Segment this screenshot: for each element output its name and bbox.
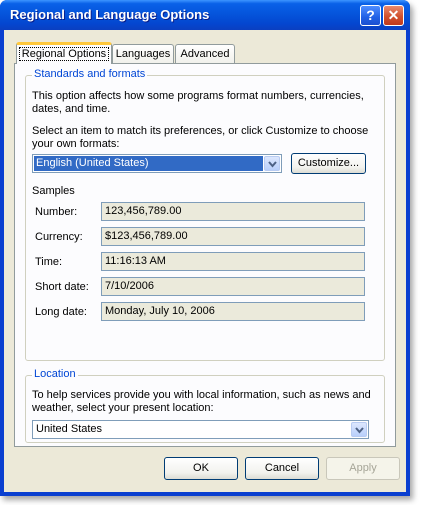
sample-label-number: Number: (35, 206, 78, 218)
tab-panel: Standards and formats This option affect… (14, 63, 396, 447)
sample-label-time: Time: (35, 256, 63, 268)
close-button[interactable]: ✕ (383, 5, 404, 26)
cancel-button[interactable]: Cancel (245, 457, 319, 480)
sample-time-field: 11:16:13 AM (101, 252, 365, 271)
tab-label: Regional Options (18, 47, 110, 61)
sample-currency-field: $123,456,789.00 (101, 227, 365, 246)
location-select[interactable]: United States (32, 420, 369, 439)
sample-label-long-date: Long date: (35, 306, 87, 318)
select-format-prompt: Select an item to match its preferences,… (32, 125, 369, 150)
chevron-down-icon[interactable] (351, 422, 367, 437)
standards-formats-group: Standards and formats This option affect… (25, 68, 385, 361)
apply-label: Apply (349, 462, 377, 474)
location-description: To help services provide you with local … (32, 389, 371, 414)
dialog-client-area: Regional Options Languages Advanced Stan… (4, 30, 406, 492)
cancel-label: Cancel (264, 462, 300, 474)
dialog-window: Regional and Language Options ? ✕ Region… (0, 0, 410, 496)
ok-button[interactable]: OK (164, 457, 238, 480)
standards-group-label: Standards and formats (32, 68, 148, 80)
location-group-label: Location (32, 368, 78, 380)
sample-number-field: 123,456,789.00 (101, 202, 365, 221)
tab-label: Advanced (180, 48, 230, 60)
sample-short-date-field: 7/10/2006 (101, 277, 365, 296)
tab-advanced[interactable]: Advanced (175, 44, 235, 64)
sample-label-short-date: Short date: (35, 281, 89, 293)
location-select-value: United States (36, 423, 103, 435)
sample-label-currency: Currency: (35, 231, 83, 243)
customize-label: Customize... (297, 157, 360, 169)
location-group: Location To help services provide you wi… (25, 368, 385, 443)
sample-long-date-field: Monday, July 10, 2006 (101, 302, 365, 321)
title-bar[interactable]: Regional and Language Options ? ✕ (0, 0, 410, 30)
tab-regional-options[interactable]: Regional Options (16, 42, 112, 64)
tab-label: Languages (115, 48, 171, 60)
apply-button[interactable]: Apply (326, 457, 400, 480)
samples-heading: Samples (32, 185, 75, 197)
format-select[interactable]: English (United States) (32, 154, 282, 173)
standards-description: This option affects how some programs fo… (32, 90, 364, 115)
customize-button[interactable]: Customize... (291, 153, 366, 174)
chevron-down-icon[interactable] (264, 156, 280, 171)
help-icon: ? (366, 7, 375, 23)
ok-label: OK (193, 462, 209, 474)
close-icon: ✕ (387, 7, 400, 23)
format-select-value: English (United States) (34, 156, 263, 171)
window-title: Regional and Language Options (10, 7, 210, 22)
help-button[interactable]: ? (360, 5, 381, 26)
tab-languages[interactable]: Languages (112, 44, 174, 64)
